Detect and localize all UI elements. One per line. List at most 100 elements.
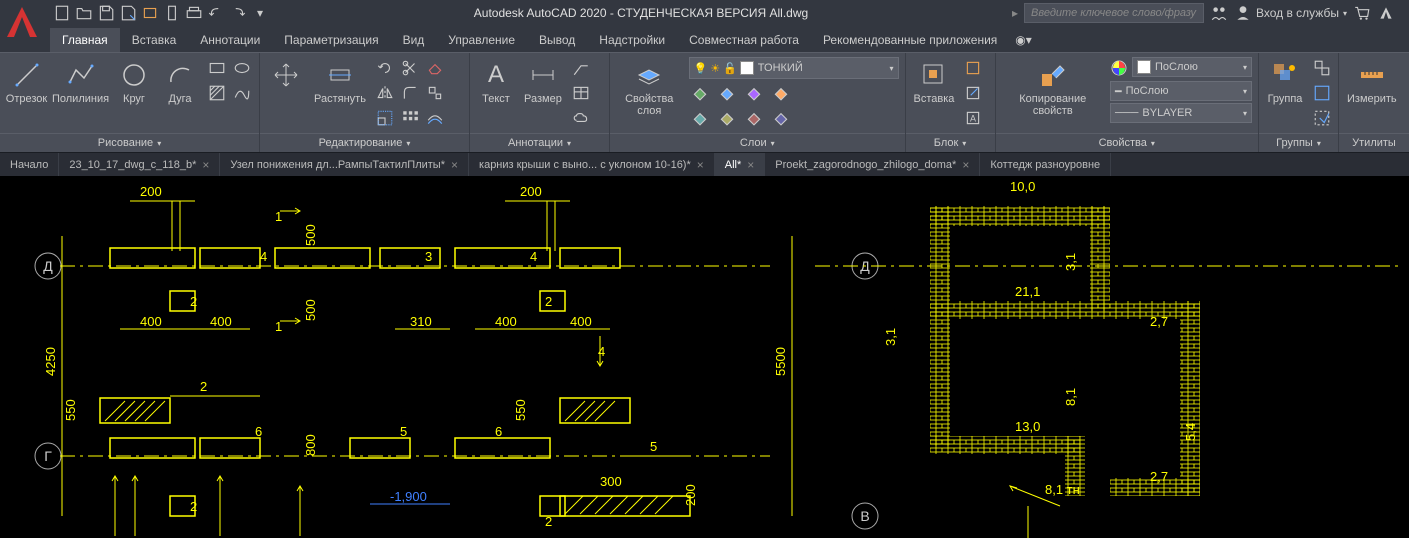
array-icon[interactable] — [399, 107, 421, 129]
arc-button[interactable]: Дуга — [160, 57, 200, 107]
save-icon[interactable] — [96, 3, 116, 23]
close-icon[interactable]: × — [451, 158, 458, 172]
drawing-canvas[interactable]: 4250 Д Г 200 200 4 1 500 3 4 2 400 400 1 — [0, 176, 1409, 538]
group-button[interactable]: Группа — [1265, 57, 1305, 107]
polyline-button[interactable]: Полилиния — [53, 57, 108, 107]
tab-featured[interactable]: Рекомендованные приложения — [811, 28, 1009, 52]
move-button[interactable] — [266, 57, 306, 93]
panel-block: Вставка A Блок▾ — [906, 53, 996, 152]
create-block-icon[interactable] — [962, 57, 984, 79]
explode-icon[interactable] — [424, 82, 446, 104]
match-properties-button[interactable]: Копирование свойств — [1002, 57, 1104, 119]
leader-icon[interactable] — [570, 57, 592, 79]
layer-match-icon[interactable] — [743, 106, 765, 128]
layer-lock-icon[interactable] — [743, 81, 765, 103]
layer-make-current-icon[interactable] — [770, 81, 792, 103]
redo-icon[interactable] — [228, 3, 248, 23]
file-tab-start[interactable]: Начало — [0, 153, 59, 177]
file-tab-4[interactable]: All*× — [715, 153, 766, 177]
scale-icon[interactable] — [374, 107, 396, 129]
panel-properties-title[interactable]: Свойства▾ — [996, 133, 1258, 152]
panel-utilities-title[interactable]: Утилиты — [1339, 133, 1409, 152]
lineweight-combo[interactable]: ━ПоСлою▾ — [1110, 81, 1252, 101]
close-icon[interactable]: × — [697, 158, 704, 172]
panel-groups-title[interactable]: Группы▾ — [1259, 133, 1338, 152]
tab-addins[interactable]: Надстройки — [587, 28, 677, 52]
layer-unisolate-icon[interactable] — [716, 106, 738, 128]
rotate-icon[interactable] — [374, 57, 396, 79]
close-icon[interactable]: × — [202, 158, 209, 172]
spline-icon[interactable] — [231, 82, 253, 104]
signin-button[interactable]: Вход в службы▾ — [1234, 4, 1347, 22]
tab-home[interactable]: Главная — [50, 28, 120, 52]
group-edit-icon[interactable] — [1311, 82, 1333, 104]
layer-freeze-icon[interactable] — [716, 81, 738, 103]
erase-icon[interactable] — [424, 57, 446, 79]
panel-modify-title[interactable]: Редактирование▾ — [260, 133, 469, 152]
cart-icon[interactable] — [1353, 4, 1371, 22]
block-attr-icon[interactable]: A — [962, 107, 984, 129]
cloud-icon[interactable] — [570, 107, 592, 129]
file-tab-6[interactable]: Коттедж разноуровне — [980, 153, 1111, 177]
open-icon[interactable] — [74, 3, 94, 23]
ellipse-icon[interactable] — [231, 57, 253, 79]
edit-block-icon[interactable] — [962, 82, 984, 104]
panel-block-title[interactable]: Блок▾ — [906, 133, 995, 152]
mirror-icon[interactable] — [374, 82, 396, 104]
panel-draw-title[interactable]: Рисование▾ — [0, 133, 259, 152]
tab-expand-icon[interactable]: ◉▾ — [1009, 28, 1038, 52]
close-icon[interactable]: × — [747, 158, 754, 172]
tab-insert[interactable]: Вставка — [120, 28, 189, 52]
fillet-icon[interactable] — [399, 82, 421, 104]
svg-text:3,1: 3,1 — [1063, 253, 1078, 271]
line-button[interactable]: Отрезок — [6, 57, 47, 107]
file-tab-3[interactable]: карниз крыши с выно... с уклоном 10-16)*… — [469, 153, 715, 177]
trim-icon[interactable] — [399, 57, 421, 79]
tab-view[interactable]: Вид — [391, 28, 437, 52]
offset-icon[interactable] — [424, 107, 446, 129]
ungroup-icon[interactable] — [1311, 57, 1333, 79]
search-input[interactable]: Введите ключевое слово/фразу — [1024, 3, 1204, 23]
measure-button[interactable]: Измерить — [1345, 57, 1399, 107]
plot-icon[interactable] — [184, 3, 204, 23]
tab-output[interactable]: Вывод — [527, 28, 587, 52]
app-logo[interactable] — [2, 2, 42, 42]
layer-properties-button[interactable]: Свойства слоя — [616, 57, 683, 119]
file-tab-5[interactable]: Proekt_zagorodnogo_zhilogo_doma*× — [765, 153, 980, 177]
person-icon[interactable] — [1210, 4, 1228, 22]
stretch-button[interactable]: Растянуть — [312, 57, 368, 107]
web-icon[interactable] — [140, 3, 160, 23]
tab-manage[interactable]: Управление — [436, 28, 527, 52]
qat-dropdown-icon[interactable]: ▾ — [250, 3, 270, 23]
svg-text:4: 4 — [260, 249, 267, 264]
close-icon[interactable]: × — [962, 158, 969, 172]
undo-icon[interactable] — [206, 3, 226, 23]
layer-isolate-icon[interactable] — [689, 106, 711, 128]
circle-button[interactable]: Круг — [114, 57, 154, 107]
layer-off-icon[interactable] — [689, 81, 711, 103]
hatch-icon[interactable] — [206, 82, 228, 104]
svg-text:500: 500 — [303, 299, 318, 321]
linetype-combo[interactable]: ───BYLAYER▾ — [1110, 103, 1252, 123]
dimension-button[interactable]: Размер — [522, 57, 564, 107]
color-combo[interactable]: ПоСлою▾ — [1132, 57, 1252, 77]
insert-button[interactable]: Вставка — [912, 57, 957, 107]
tab-annotate[interactable]: Аннотации — [188, 28, 272, 52]
rectangle-icon[interactable] — [206, 57, 228, 79]
file-tab-2[interactable]: Узел понижения дл...РампыТактилПлиты*× — [220, 153, 469, 177]
group-select-icon[interactable] — [1311, 107, 1333, 129]
layer-previous-icon[interactable] — [770, 106, 792, 128]
text-button[interactable]: A Текст — [476, 57, 516, 107]
saveas-icon[interactable] — [118, 3, 138, 23]
autodesk-icon[interactable] — [1377, 4, 1395, 22]
new-icon[interactable] — [52, 3, 72, 23]
panel-layers-title[interactable]: Слои▾ — [610, 133, 905, 152]
panel-groups: Группа Группы▾ — [1259, 53, 1339, 152]
layer-combo[interactable]: 💡☀🔓 ТОНКИЙ▾ — [689, 57, 899, 79]
table-icon[interactable] — [570, 82, 592, 104]
tab-parametric[interactable]: Параметризация — [272, 28, 390, 52]
tab-collaborate[interactable]: Совместная работа — [677, 28, 811, 52]
file-tab-1[interactable]: 23_10_17_dwg_c_118_b*× — [59, 153, 220, 177]
panel-annotation-title[interactable]: Аннотации▾ — [470, 133, 609, 152]
mobile-icon[interactable] — [162, 3, 182, 23]
